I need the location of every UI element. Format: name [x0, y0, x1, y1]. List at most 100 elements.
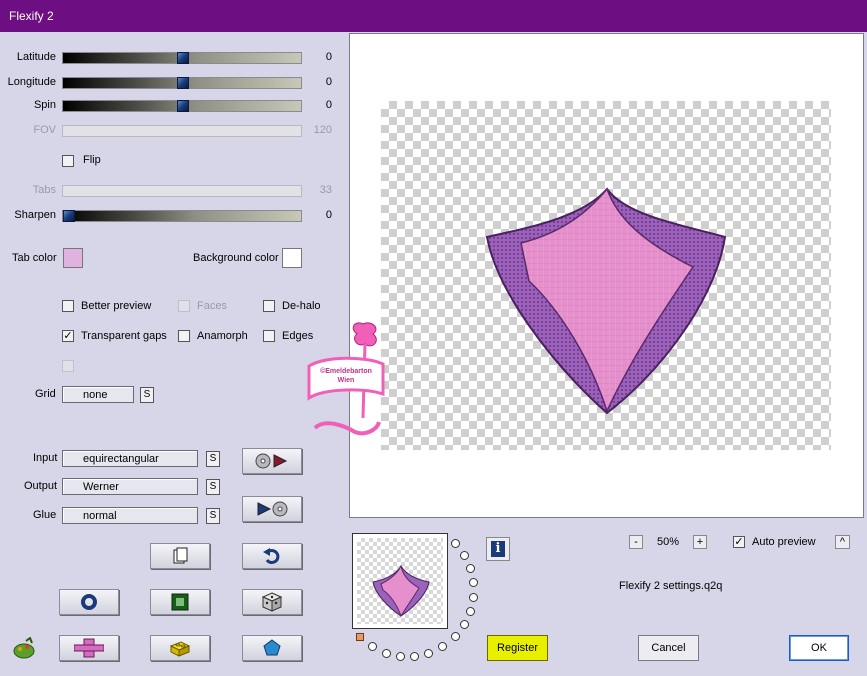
grid-select[interactable]: none — [62, 386, 134, 403]
fov-slider — [62, 125, 302, 137]
frame-button[interactable] — [150, 589, 210, 615]
thumbnail-preview[interactable] — [352, 533, 448, 629]
rotation-dot[interactable] — [466, 564, 475, 573]
output-select[interactable]: Werner — [62, 478, 198, 495]
load-input-button[interactable] — [242, 448, 302, 474]
shield-preview-image — [485, 187, 727, 415]
cancel-button[interactable]: Cancel — [638, 635, 699, 661]
tab-color-swatch[interactable] — [63, 248, 83, 268]
dice-icon — [262, 592, 282, 612]
output-label: Output — [24, 480, 58, 492]
latitude-slider-thumb[interactable] — [177, 52, 189, 64]
block-button[interactable] — [150, 635, 210, 661]
anamorph-checkbox[interactable] — [178, 330, 190, 342]
rotation-dot[interactable] — [424, 649, 433, 658]
faces-label: Faces — [197, 300, 227, 312]
zoom-level: 50% — [656, 536, 680, 548]
glue-label: Glue — [33, 509, 57, 521]
longitude-value: 0 — [325, 76, 332, 88]
transparent-gaps-checkbox[interactable]: ✓ — [62, 330, 74, 342]
tab-color-label: Tab color — [12, 252, 57, 264]
rotation-dot[interactable] — [469, 593, 478, 602]
rotation-dot[interactable] — [438, 642, 447, 651]
settings-file-name: Flexify 2 settings.q2q — [619, 580, 723, 592]
rotation-dot[interactable] — [451, 539, 460, 548]
rotation-dot[interactable] — [460, 551, 469, 560]
tabs-value: 33 — [319, 184, 332, 196]
flip-checkbox[interactable] — [62, 155, 74, 167]
register-button[interactable]: Register — [487, 635, 548, 661]
rotation-dot[interactable] — [410, 652, 419, 661]
info-button[interactable]: i — [486, 537, 510, 561]
input-label: Input — [33, 452, 58, 464]
anamorph-label: Anamorph — [197, 330, 248, 342]
sharpen-slider[interactable] — [62, 210, 302, 222]
copy-button[interactable] — [150, 543, 210, 569]
save-output-button[interactable] — [242, 496, 302, 522]
sharpen-value: 0 — [325, 209, 332, 221]
rotation-dot[interactable] — [466, 607, 475, 616]
glue-s-button[interactable]: S — [206, 508, 220, 524]
sharpen-slider-thumb[interactable] — [63, 210, 75, 222]
checkmark-icon: ✓ — [734, 536, 744, 548]
fov-value: 120 — [313, 124, 332, 136]
auto-preview-label: Auto preview — [752, 536, 816, 548]
checkmark-icon: ✓ — [63, 330, 73, 342]
frame-icon — [171, 593, 189, 611]
ring-button[interactable] — [59, 589, 119, 615]
rotation-origin-marker[interactable] — [356, 633, 364, 641]
de-halo-checkbox[interactable] — [263, 300, 275, 312]
rotation-dot[interactable] — [396, 652, 405, 661]
spin-slider[interactable] — [62, 100, 302, 112]
tabs-slider — [62, 185, 302, 197]
title-bar: Flexify 2 — [0, 0, 867, 32]
rotation-dot[interactable] — [451, 632, 460, 641]
disc-play-icon — [255, 453, 288, 469]
undo-icon — [263, 548, 280, 565]
zoom-in-button[interactable]: + — [693, 535, 707, 549]
random-button[interactable] — [242, 589, 302, 615]
window-title: Flexify 2 — [9, 9, 54, 23]
ok-button[interactable]: OK — [789, 635, 849, 661]
tabs-label: Tabs — [32, 184, 56, 196]
transparent-gaps-label: Transparent gaps — [81, 330, 167, 342]
flip-label: Flip — [83, 154, 101, 166]
de-halo-label: De-halo — [282, 300, 321, 312]
background-color-swatch[interactable] — [282, 248, 302, 268]
undo-button[interactable] — [242, 543, 302, 569]
cross-button[interactable] — [59, 635, 119, 661]
rotation-dot[interactable] — [469, 578, 478, 587]
input-select[interactable]: equirectangular — [62, 450, 198, 467]
thumbnail-shield-image — [372, 564, 430, 618]
better-preview-checkbox[interactable] — [62, 300, 74, 312]
rotation-dot[interactable] — [368, 642, 377, 651]
ring-icon — [81, 594, 97, 610]
faces-checkbox — [178, 300, 190, 312]
rotation-dot[interactable] — [460, 620, 469, 629]
auto-preview-checkbox[interactable]: ✓ — [733, 536, 745, 548]
output-s-button[interactable]: S — [206, 479, 220, 495]
grid-s-button[interactable]: S — [140, 387, 154, 403]
background-color-label: Background color — [193, 252, 279, 264]
zoom-out-button[interactable]: - — [629, 535, 643, 549]
sharpen-label: Sharpen — [14, 209, 56, 221]
info-icon: i — [491, 541, 505, 557]
copy-icon — [173, 547, 188, 564]
edges-checkbox[interactable] — [263, 330, 275, 342]
pentagon-button[interactable] — [242, 635, 302, 661]
watermark-text: ©Emeldebarton Wien — [320, 368, 372, 384]
glue-select[interactable]: normal — [62, 507, 198, 524]
rotation-dot[interactable] — [382, 649, 391, 658]
latitude-label: Latitude — [16, 51, 56, 63]
latitude-slider[interactable] — [62, 52, 302, 64]
input-s-button[interactable]: S — [206, 451, 220, 467]
collapse-toggle-button[interactable]: ^ — [835, 535, 850, 549]
hidden-option-checkbox — [62, 360, 74, 372]
plugin-logo-icon — [12, 636, 36, 662]
longitude-slider[interactable] — [62, 77, 302, 89]
spin-value: 0 — [325, 99, 332, 111]
longitude-slider-thumb[interactable] — [177, 77, 189, 89]
lego-brick-icon — [169, 641, 191, 657]
spin-slider-thumb[interactable] — [177, 100, 189, 112]
play-disc-icon — [257, 501, 288, 517]
